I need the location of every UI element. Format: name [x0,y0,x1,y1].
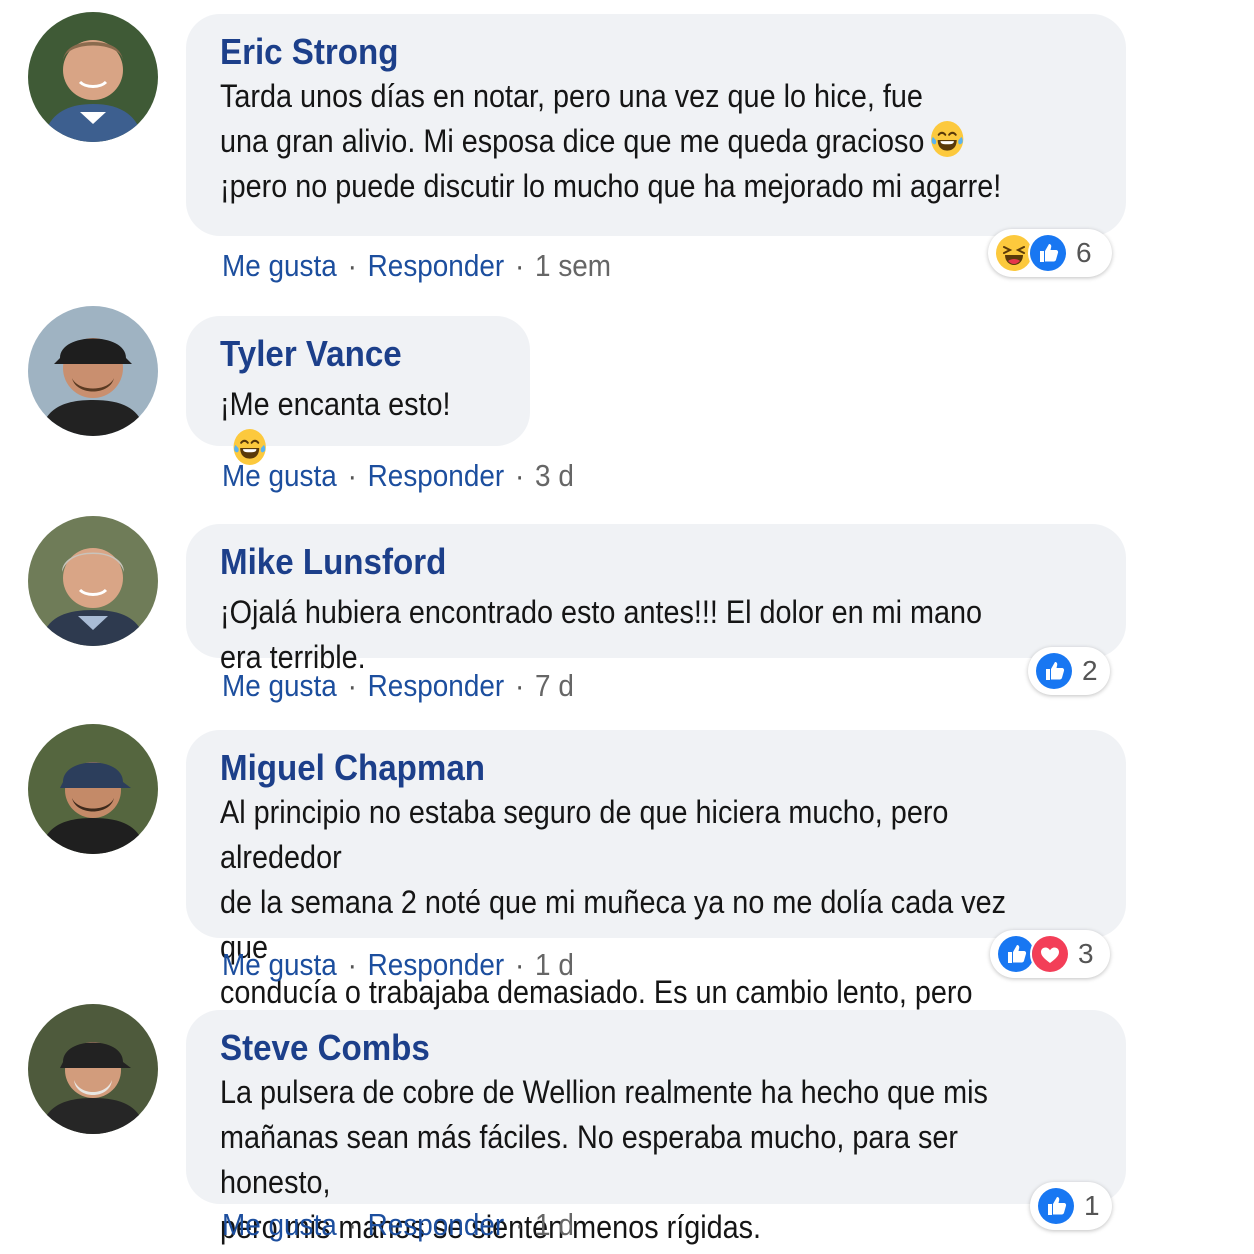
comment-actions: Me gusta · Responder · 1 d [222,945,574,985]
separator: · [347,458,357,493]
avatar[interactable] [28,724,158,854]
author-name[interactable]: Miguel Chapman [220,746,1026,790]
comment-text-part: ¡pero no puede discutir lo mucho que ha … [220,168,1002,204]
timestamp[interactable]: 1 sem [535,248,611,283]
timestamp[interactable]: 3 d [535,458,574,493]
comment-actions: Me gusta · Responder · 3 d [222,456,574,496]
timestamp[interactable]: 7 d [535,668,574,703]
love-icon [1030,934,1070,974]
reaction-count: 2 [1082,655,1098,686]
separator: · [514,248,525,283]
like-button[interactable]: Me gusta [222,248,337,283]
reply-button[interactable]: Responder [368,947,504,982]
reaction-summary[interactable]: 3 [990,930,1110,978]
comment-actions: Me gusta · Responder · 1 sem [222,246,611,286]
avatar[interactable] [28,12,158,142]
like-icon [1036,1186,1076,1226]
separator: · [347,668,357,703]
reply-button[interactable]: Responder [368,248,504,283]
like-icon [1034,651,1074,691]
avatar[interactable] [28,306,158,436]
separator: · [514,458,525,493]
like-button[interactable]: Me gusta [222,1207,337,1242]
separator: · [347,248,357,283]
reaction-summary[interactable]: 1 [1030,1182,1112,1230]
separator: · [347,1207,357,1242]
author-name[interactable]: Mike Lunsford [220,540,1026,584]
separator: · [514,947,525,982]
reply-button[interactable]: Responder [368,458,504,493]
reaction-count: 3 [1078,938,1094,969]
like-button[interactable]: Me gusta [222,947,337,982]
separator: · [347,947,357,982]
comment-bubble: Mike Lunsford ¡Ojalá hubiera encontrado … [186,524,1126,675]
separator: · [514,668,525,703]
reply-button[interactable]: Responder [368,668,504,703]
comment-bubble: Eric Strong Tarda unos días en notar, pe… [186,14,1126,236]
avatar[interactable] [28,1004,158,1134]
like-button[interactable]: Me gusta [222,668,337,703]
comment-bubble: Tyler Vance ¡Me encanta esto! [186,316,530,446]
author-name[interactable]: Eric Strong [220,30,1026,74]
like-button[interactable]: Me gusta [222,458,337,493]
comment-bubble: Steve Combs La pulsera de cobre de Welli… [186,1010,1126,1245]
reply-button[interactable]: Responder [368,1207,504,1242]
avatar[interactable] [28,516,158,646]
separator: · [514,1207,525,1242]
comment-text: Tarda unos días en notar, pero una vez q… [220,74,1008,209]
reaction-count: 6 [1076,237,1092,268]
timestamp[interactable]: 1 d [535,947,574,982]
reaction-summary[interactable]: 2 [1028,647,1110,695]
author-name[interactable]: Tyler Vance [220,332,478,376]
laughing-tears-emoji [930,120,964,158]
comment-text-part: Tarda unos días en notar, pero una vez q… [220,78,925,159]
comment-actions: Me gusta · Responder · 7 d [222,666,574,706]
reaction-summary[interactable]: 6 [988,229,1112,277]
like-icon [1028,233,1068,273]
timestamp[interactable]: 1 d [535,1207,574,1242]
author-name[interactable]: Steve Combs [220,1026,1026,1070]
comment-actions: Me gusta · Responder · 1 d [222,1205,574,1245]
reaction-count: 1 [1084,1190,1100,1221]
comment-bubble: Miguel Chapman Al principio no estaba se… [186,730,1126,1055]
comment-text-part: ¡Me encanta esto! [220,386,451,422]
